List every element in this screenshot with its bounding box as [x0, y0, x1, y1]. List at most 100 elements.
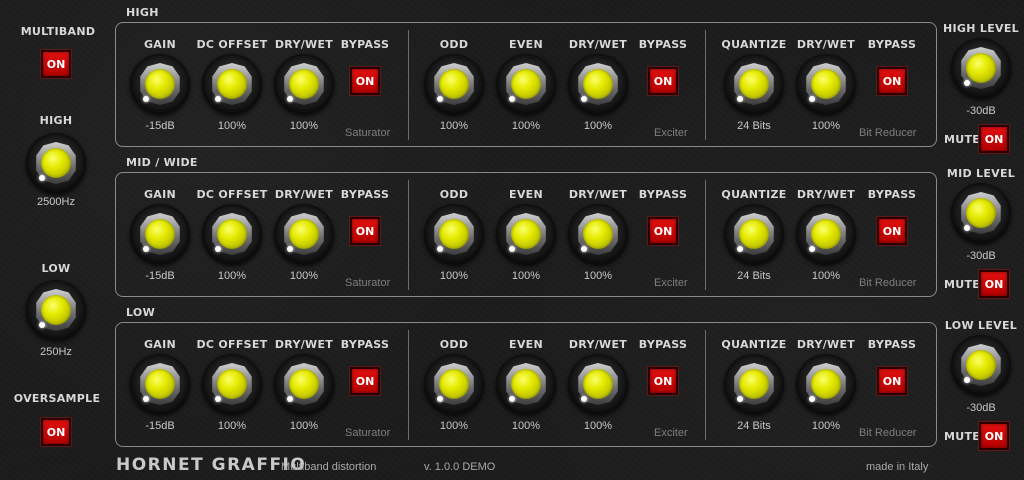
exciter-bypass-button[interactable]: ON	[648, 367, 678, 395]
knob-face	[289, 69, 319, 99]
exciter-bypass-button[interactable]: ON	[648, 217, 678, 245]
level-label: MID LEVEL	[946, 167, 1016, 180]
saturator-section-name: Saturator	[345, 427, 391, 439]
knob-indicator-dot	[509, 96, 515, 102]
bitreducer-section-name: Bit Reducer	[859, 127, 917, 139]
level-label: LOW LEVEL	[944, 319, 1018, 332]
knob-indicator-dot	[509, 246, 515, 252]
saturator-dry-wet-knob[interactable]	[274, 204, 334, 264]
dc-offset-knob[interactable]	[202, 54, 262, 114]
bitreducer-dry-wet-knob[interactable]	[796, 54, 856, 114]
bitreducer-dry-wet-knob[interactable]	[796, 204, 856, 264]
knob-face	[289, 369, 319, 399]
level-value: -30dB	[966, 105, 996, 117]
gain-knob[interactable]	[130, 204, 190, 264]
knob-face	[217, 69, 247, 99]
odd-knob[interactable]	[424, 354, 484, 414]
level-knob[interactable]	[951, 335, 1011, 395]
gain-knob[interactable]	[130, 54, 190, 114]
knob-indicator-dot	[143, 246, 149, 252]
mute-button[interactable]: ON	[979, 270, 1009, 298]
exciter-dry-wet-knob[interactable]	[568, 54, 628, 114]
dc-offset-knob[interactable]	[202, 204, 262, 264]
exciter-dry-wet-value: 100%	[583, 120, 613, 132]
knob-indicator-dot	[437, 96, 443, 102]
exciter-section-name: Exciter	[654, 277, 688, 289]
dc-offset-knob[interactable]	[202, 354, 262, 414]
saturator-bypass-button[interactable]: ON	[350, 217, 380, 245]
odd-knob[interactable]	[424, 54, 484, 114]
knob-face	[145, 219, 175, 249]
low-crossover-label: LOW	[41, 262, 71, 275]
exciter-bypass-button[interactable]: ON	[648, 67, 678, 95]
band-title: HIGH	[126, 6, 159, 19]
knob-indicator-dot	[737, 396, 743, 402]
high-crossover-knob[interactable]	[26, 133, 86, 193]
product-subtitle: Multiband distortion	[281, 461, 377, 473]
saturator-dry-wet-knob[interactable]	[274, 54, 334, 114]
quantize-knob[interactable]	[724, 54, 784, 114]
exciter-dry-wet-knob[interactable]	[568, 354, 628, 414]
bitreducer-bypass-button[interactable]: ON	[877, 367, 907, 395]
knob-face	[41, 295, 71, 325]
saturator-bypass-label: BYPASS	[340, 188, 390, 201]
knob-face	[511, 369, 541, 399]
knob-face	[583, 69, 613, 99]
knob-indicator-dot	[581, 96, 587, 102]
saturator-dry-wet-value: 100%	[289, 120, 319, 132]
knob-indicator-dot	[287, 396, 293, 402]
knob-face	[966, 350, 996, 380]
saturator-bypass-button[interactable]: ON	[350, 367, 380, 395]
level-knob[interactable]	[951, 38, 1011, 98]
knob-face	[439, 369, 469, 399]
bitreducer-dry-wet-value: 100%	[811, 420, 841, 432]
saturator-bypass-label: BYPASS	[340, 38, 390, 51]
quantize-knob[interactable]	[724, 204, 784, 264]
knob-face	[217, 369, 247, 399]
quantize-knob[interactable]	[724, 354, 784, 414]
exciter-bypass-label: BYPASS	[638, 338, 688, 351]
knob-face	[583, 219, 613, 249]
oversample-toggle-button[interactable]: ON	[41, 418, 71, 446]
odd-knob[interactable]	[424, 204, 484, 264]
bitreducer-dry-wet-knob[interactable]	[796, 354, 856, 414]
knob-indicator-dot	[964, 225, 970, 231]
bitreducer-dry-wet-value: 100%	[811, 270, 841, 282]
knob-indicator-dot	[737, 246, 743, 252]
saturator-bypass-label: BYPASS	[340, 338, 390, 351]
mute-button[interactable]: ON	[979, 422, 1009, 450]
mute-label: MUTE	[944, 278, 981, 291]
low-crossover-knob[interactable]	[26, 280, 86, 340]
even-knob[interactable]	[496, 354, 556, 414]
mute-button[interactable]: ON	[979, 125, 1009, 153]
knob-indicator-dot	[964, 80, 970, 86]
bitreducer-section-name: Bit Reducer	[859, 427, 917, 439]
bitreducer-bypass-button[interactable]: ON	[877, 67, 907, 95]
knob-face	[289, 219, 319, 249]
knob-indicator-dot	[39, 322, 45, 328]
bitreducer-bypass-label: BYPASS	[867, 188, 917, 201]
knob-indicator-dot	[215, 396, 221, 402]
exciter-section-name: Exciter	[654, 127, 688, 139]
knob-indicator-dot	[809, 96, 815, 102]
knob-face	[583, 369, 613, 399]
level-value: -30dB	[966, 402, 996, 414]
knob-face	[739, 369, 769, 399]
knob-face	[41, 148, 71, 178]
knob-face	[439, 69, 469, 99]
bitreducer-dry-wet-value: 100%	[811, 120, 841, 132]
bitreducer-section-name: Bit Reducer	[859, 277, 917, 289]
bitreducer-bypass-button[interactable]: ON	[877, 217, 907, 245]
level-knob[interactable]	[951, 183, 1011, 243]
saturator-dry-wet-knob[interactable]	[274, 354, 334, 414]
knob-indicator-dot	[581, 246, 587, 252]
gain-knob[interactable]	[130, 354, 190, 414]
knob-face	[145, 369, 175, 399]
even-knob[interactable]	[496, 54, 556, 114]
multiband-toggle-button[interactable]: ON	[41, 50, 71, 78]
exciter-dry-wet-knob[interactable]	[568, 204, 628, 264]
knob-face	[145, 69, 175, 99]
even-knob[interactable]	[496, 204, 556, 264]
band-title: LOW	[126, 306, 156, 319]
saturator-bypass-button[interactable]: ON	[350, 67, 380, 95]
